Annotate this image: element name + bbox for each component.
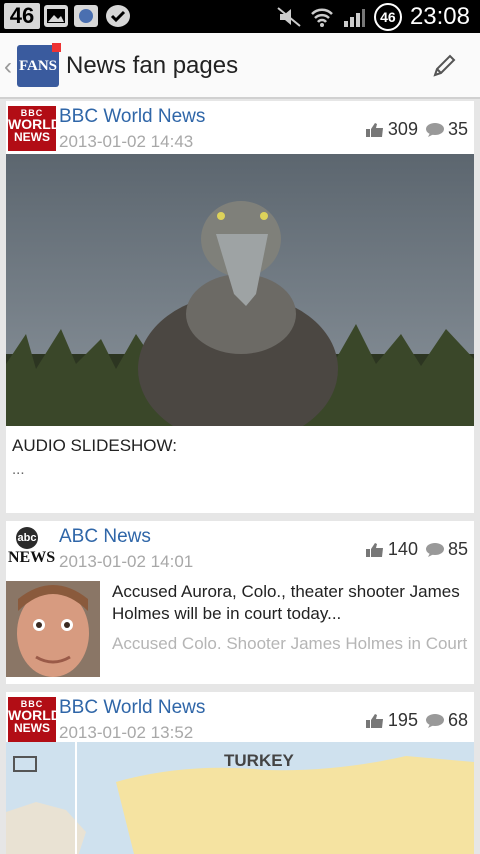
post-stats: 195 68 [358, 710, 468, 731]
status-right-group: 46 23:08 [276, 0, 470, 33]
like-count: 195 [387, 710, 418, 730]
thumbs-up-icon [365, 122, 383, 137]
like-count: 309 [387, 119, 418, 139]
check-circle-icon [106, 5, 130, 27]
post-stats: 309 35 [358, 119, 468, 140]
face-thumbnail[interactable] [6, 581, 100, 677]
post-card[interactable]: BBC WORLD NEWS BBC World News 2013-01-02… [6, 692, 474, 854]
bbc-world-news-logo: BBC WORLD NEWS [8, 106, 61, 151]
wifi-icon [311, 8, 333, 27]
status-bar: 46 46 23:08 [0, 0, 480, 33]
post-stats: 140 85 [358, 539, 468, 560]
like-count: 140 [387, 539, 418, 559]
comment-count: 35 [447, 119, 468, 139]
bbc-world-news-logo: BBC WORLD NEWS [8, 697, 61, 742]
post-card[interactable]: BBC WORLD NEWS BBC World News 2013-01-02… [6, 101, 474, 513]
turkey-map-image[interactable]: TURKEY [6, 742, 474, 854]
post-date: 2013-01-02 14:01 [59, 552, 194, 571]
abc-news-logo: abc NEWS [8, 527, 58, 567]
clock: 23:08 [409, 2, 470, 30]
gallery-icon [44, 5, 68, 27]
comment-bubble-icon [425, 122, 444, 137]
thumbs-up-icon [365, 542, 383, 557]
signal-icon [343, 8, 365, 27]
edit-pencil-icon[interactable] [430, 51, 456, 81]
shoebill-bird-photo[interactable] [6, 154, 474, 426]
post-text: AUDIO SLIDESHOW: [12, 436, 177, 455]
comment-count: 68 [447, 710, 468, 730]
post-subline: Accused Colo. Shooter James Holmes in Co… [112, 634, 468, 653]
comment-count: 85 [447, 539, 468, 559]
post-date: 2013-01-02 14:43 [59, 132, 194, 151]
status-number-badge: 46 [4, 3, 40, 29]
source-name[interactable]: ABC News [59, 526, 151, 548]
battery-icon: 46 [373, 2, 402, 31]
comment-bubble-icon [425, 713, 444, 728]
comment-bubble-icon [425, 542, 444, 557]
source-name[interactable]: BBC World News [59, 106, 205, 128]
back-chevron-icon[interactable]: ‹ [4, 53, 12, 81]
notification-app-icon [74, 5, 98, 27]
action-bar: ‹ FANS News fan pages [0, 33, 480, 99]
source-name[interactable]: BBC World News [59, 697, 205, 719]
thumbs-up-icon [365, 713, 383, 728]
post-ellipsis: ... [12, 461, 25, 478]
post-date: 2013-01-02 13:52 [59, 723, 194, 742]
map-label-turkey: TURKEY [224, 751, 295, 770]
mute-icon [277, 6, 301, 27]
app-logo[interactable]: FANS [17, 43, 61, 87]
post-headline[interactable]: Accused Aurora, Colo., theater shooter J… [112, 581, 468, 625]
page-title: News fan pages [66, 52, 239, 79]
post-card[interactable]: abc NEWS ABC News 2013-01-02 14:01 140 8… [6, 521, 474, 684]
